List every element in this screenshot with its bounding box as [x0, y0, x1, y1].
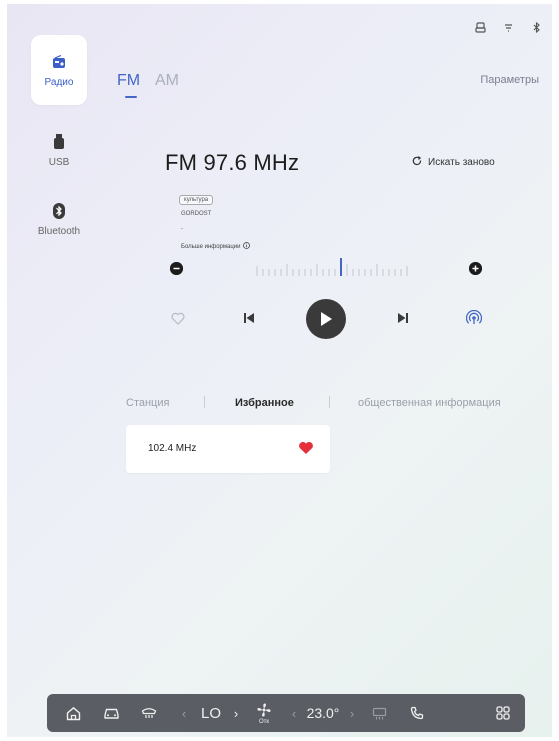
fan-level: LO	[200, 704, 221, 722]
bluetooth-icon	[50, 202, 68, 220]
radio-icon	[50, 53, 68, 71]
radio-screen: Радио USB Bluetooth FM AM Параметры FM 9…	[7, 4, 552, 737]
tuning-scale[interactable]	[197, 258, 475, 280]
tab-favorites[interactable]: Избранное	[235, 397, 294, 409]
play-button[interactable]	[306, 299, 346, 339]
phone-icon	[410, 706, 424, 720]
rds-text: GORDOST	[181, 211, 212, 217]
profile-icon[interactable]	[474, 22, 486, 36]
fan-icon	[257, 702, 271, 717]
skip-next-icon	[398, 313, 408, 323]
rescan-button[interactable]: Искать заново	[412, 156, 495, 169]
more-info-label: Больше информации	[181, 243, 241, 250]
rds-subtext: -	[181, 226, 183, 232]
sidebar-item-label: Bluetooth	[37, 225, 81, 237]
skip-previous-icon	[244, 313, 254, 323]
sidebar-item-radio[interactable]: Радио	[31, 35, 87, 105]
more-info-link[interactable]: Больше информации	[181, 242, 251, 251]
temperature-value: 23.0°	[306, 705, 340, 721]
current-frequency: FM 97.6 MHz	[165, 150, 300, 175]
status-bar	[474, 21, 542, 36]
rear-defrost-button[interactable]	[367, 694, 391, 732]
bluetooth-status-icon	[530, 21, 542, 36]
sidebar-item-label: Радио	[44, 76, 74, 88]
favorite-button[interactable]	[167, 307, 189, 329]
favorite-station-card[interactable]: 102.4 MHz	[126, 425, 330, 473]
tab-active-indicator	[125, 96, 137, 98]
info-icon	[243, 242, 251, 251]
defrost-front-icon	[141, 708, 157, 718]
broadcast-button[interactable]	[462, 306, 486, 330]
climate-dock: ‹ LO › Отк ‹ 23.0° ›	[47, 694, 525, 732]
apps-grid-icon	[496, 706, 510, 720]
temp-increase-button[interactable]: ›	[343, 694, 361, 732]
sidebar-item-usb[interactable]: USB	[31, 115, 87, 185]
phone-button[interactable]	[405, 694, 429, 732]
tab-am[interactable]: AM	[155, 72, 179, 90]
next-button[interactable]	[392, 307, 414, 329]
tab-divider	[329, 396, 330, 408]
defrost-rear-icon	[372, 707, 386, 719]
heart-filled-icon[interactable]	[298, 441, 314, 460]
genre-badge: культура	[179, 195, 214, 205]
tune-down-button[interactable]	[170, 262, 183, 275]
favorite-frequency: 102.4 MHz	[148, 443, 197, 454]
play-icon	[321, 312, 332, 326]
front-defrost-button[interactable]	[137, 694, 161, 732]
home-button[interactable]	[61, 694, 85, 732]
car-icon	[103, 708, 119, 719]
tab-divider	[204, 396, 205, 408]
fan-button[interactable]: Отк	[250, 694, 278, 732]
signal-icon	[502, 22, 514, 36]
tab-fm[interactable]: FM	[117, 72, 140, 90]
refresh-icon	[412, 156, 422, 169]
sidebar-item-bluetooth[interactable]: Bluetooth	[31, 184, 87, 254]
heart-outline-icon	[171, 312, 185, 325]
tab-public-info[interactable]: общественная информация	[358, 397, 501, 409]
tab-stations[interactable]: Станция	[126, 397, 169, 409]
previous-button[interactable]	[238, 307, 260, 329]
broadcast-icon	[466, 310, 482, 324]
apps-button[interactable]	[491, 694, 515, 732]
usb-icon	[50, 133, 68, 151]
tune-up-button[interactable]	[469, 262, 482, 275]
fan-status: Отк	[258, 718, 270, 725]
fan-decrease-button[interactable]: ‹	[175, 694, 193, 732]
home-icon	[66, 706, 80, 720]
fan-increase-button[interactable]: ›	[227, 694, 245, 732]
car-button[interactable]	[99, 694, 123, 732]
settings-link[interactable]: Параметры	[480, 74, 539, 86]
rescan-label: Искать заново	[428, 157, 495, 168]
sidebar-item-label: USB	[48, 156, 70, 168]
